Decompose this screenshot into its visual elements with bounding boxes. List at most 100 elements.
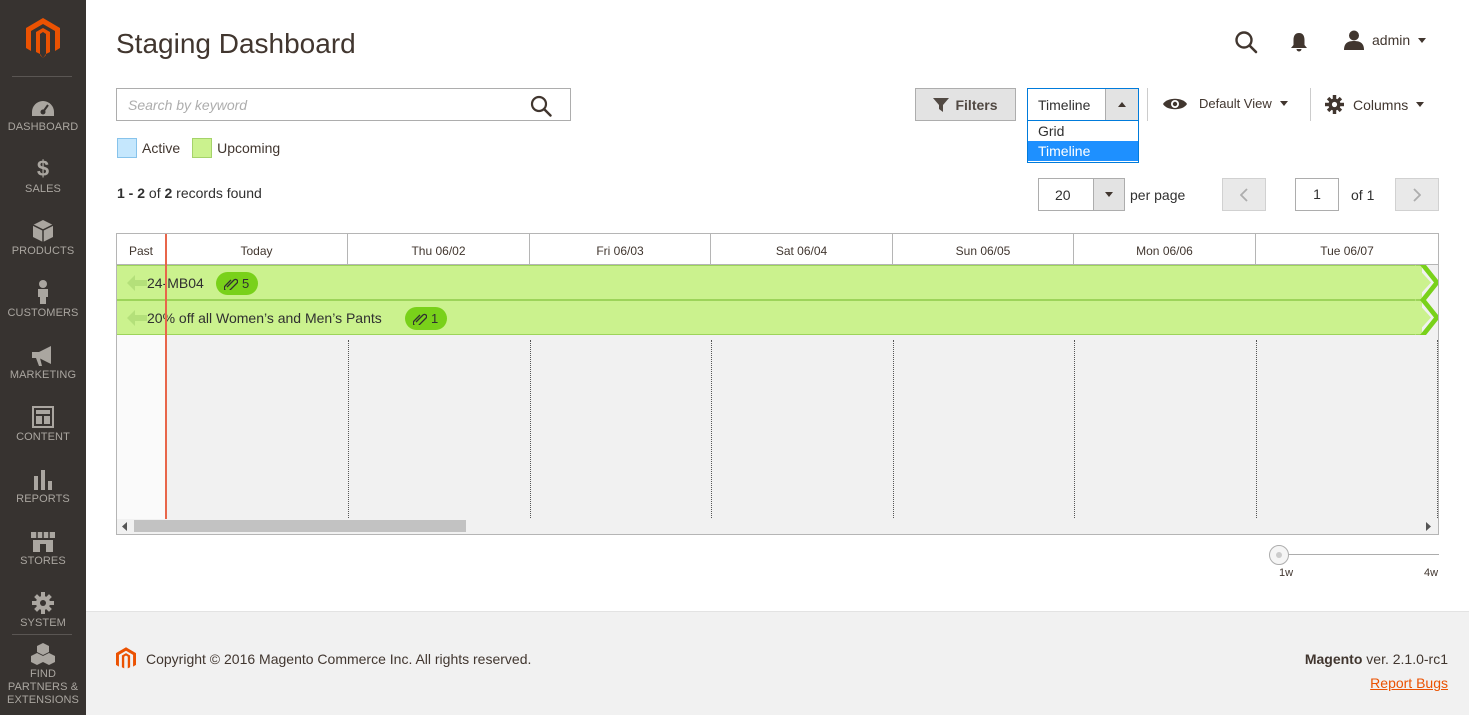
search-icon[interactable] [530,95,552,122]
scroll-left-arrow-icon[interactable] [122,522,128,531]
column-day: Sat 06/04 [711,234,893,265]
timeline-scrollbar[interactable] [117,519,1438,534]
update-name: 24-MB04 [147,275,204,291]
sidebar-item-products[interactable]: PRODUCTS [0,212,86,274]
sidebar-item-marketing[interactable]: MARKETING [0,336,86,398]
gear-icon [1325,95,1344,114]
toolbar-divider [1147,88,1148,121]
sidebar-item-label: SALES [25,183,61,195]
sidebar-item-label: CONTENT [16,431,70,443]
chevron-right-icon [1413,187,1421,202]
column-day: Fri 06/03 [530,234,711,265]
admin-user-menu[interactable]: admin [1344,30,1427,50]
sidebar-item-dashboard[interactable]: DASHBOARD [0,88,86,150]
timeline-update-row[interactable]: 20% off all Women’s and Men’s Pants 1 [117,300,1438,335]
megaphone-icon [31,336,55,366]
badge-count: 1 [431,311,439,326]
sidebar-item-label: MARKETING [9,369,77,381]
zoom-slider-handle[interactable] [1269,545,1289,565]
upcoming-swatch [192,138,213,158]
staging-timeline: Past Today Thu 06/02 Fri 06/03 Sat 06/04… [116,233,1439,535]
notifications-bell-icon[interactable] [1290,32,1308,57]
next-page-button[interactable] [1395,178,1439,211]
included-items-badge[interactable]: 1 [405,307,448,330]
arrow-left-icon [127,310,147,326]
cubes-icon [31,643,55,665]
sidebar-item-reports[interactable]: REPORTS [0,460,86,522]
per-page-value: 20 [1055,187,1071,203]
report-bugs-link[interactable]: Report Bugs [1370,675,1448,691]
columns-button[interactable]: Columns [1325,95,1425,114]
included-items-badge[interactable]: 5 [216,272,259,295]
column-today: Today [166,234,348,265]
chevron-down-icon [1416,102,1425,107]
page-number-input[interactable]: 1 [1295,178,1339,211]
gear-icon [32,584,54,614]
user-icon [1344,30,1364,50]
records-suffix: records found [176,185,262,201]
zoom-slider-track[interactable] [1279,554,1439,555]
sidebar-item-label: PRODUCTS [11,245,75,257]
view-mode-select[interactable]: Timeline [1027,88,1139,121]
paperclip-icon [224,278,238,290]
records-range: 1 - 2 [117,185,146,201]
badge-count: 5 [242,276,250,291]
column-day: Mon 06/06 [1074,234,1256,265]
per-page-select[interactable]: 20 [1038,178,1125,211]
view-mode-toggle[interactable] [1105,89,1138,120]
zoom-max-label: 4w [1424,567,1439,579]
arrow-left-icon [127,275,147,291]
version-text: Magento ver. 2.1.0-rc1 [1305,651,1448,667]
toolbar-divider [1310,88,1311,121]
view-mode-selected: Timeline [1038,97,1091,113]
copyright-text: Copyright © 2016 Magento Commerce Inc. A… [146,651,532,667]
day-gridline [1437,340,1438,520]
scroll-right-arrow-icon[interactable] [1426,522,1432,531]
view-mode-dropdown: Grid Timeline [1027,121,1139,163]
column-past: Past [117,234,166,265]
admin-sidebar: DASHBOARD $ SALES PRODUCTS CUSTOMERS MAR… [0,0,86,715]
timeline-header: Past Today Thu 06/02 Fri 06/03 Sat 06/04… [117,234,1438,265]
eye-icon [1163,98,1187,109]
global-search-icon[interactable] [1234,30,1258,59]
filter-funnel-icon [933,97,950,112]
sidebar-item-sales[interactable]: $ SALES [0,150,86,212]
page-title: Staging Dashboard [116,28,356,59]
sidebar-item-label: CUSTOMERS [7,307,79,319]
magento-logo-icon [26,18,60,58]
sidebar-divider [12,76,72,77]
filters-label: Filters [955,96,998,113]
chevron-down-icon [1105,192,1113,197]
previous-page-button[interactable] [1222,178,1266,211]
magento-logo-icon [116,647,136,669]
status-legend: Active Upcoming [117,138,292,158]
timeline-update-row[interactable]: 24-MB04 5 [117,265,1438,300]
today-marker-line [165,234,167,519]
sidebar-item-stores[interactable]: STORES [0,522,86,584]
view-option-timeline[interactable]: Timeline [1028,141,1138,161]
column-day: Tue 06/07 [1320,244,1374,258]
day-gridline [1074,340,1075,520]
view-option-grid[interactable]: Grid [1028,121,1138,141]
bar-chart-icon [33,460,53,490]
scrollbar-thumb[interactable] [134,520,466,532]
records-of: of [148,185,161,201]
column-day: Thu 06/02 [348,234,530,265]
update-name: 20% off all Women’s and Men’s Pants [147,310,382,326]
zoom-min-label: 1w [1279,567,1294,579]
chevron-down-icon [1418,37,1427,43]
sidebar-item-system[interactable]: SYSTEM [0,584,86,646]
brand-name: Magento [1304,651,1363,667]
sidebar-item-content[interactable]: CONTENT [0,398,86,460]
records-found: 1 - 2 of 2 records found [117,185,262,201]
total-pages-label: of 1 [1351,187,1375,203]
sidebar-item-customers[interactable]: CUSTOMERS [0,274,86,336]
per-page-toggle[interactable] [1093,179,1124,210]
filters-button[interactable]: Filters [915,88,1016,121]
search-input[interactable] [117,89,517,120]
magento-logo[interactable] [0,0,86,76]
sidebar-item-find-partners[interactable]: FIND PARTNERS & EXTENSIONS [0,643,86,706]
keyword-search [116,88,571,121]
default-view-button[interactable]: Default View [1163,96,1288,111]
active-swatch [117,138,137,158]
